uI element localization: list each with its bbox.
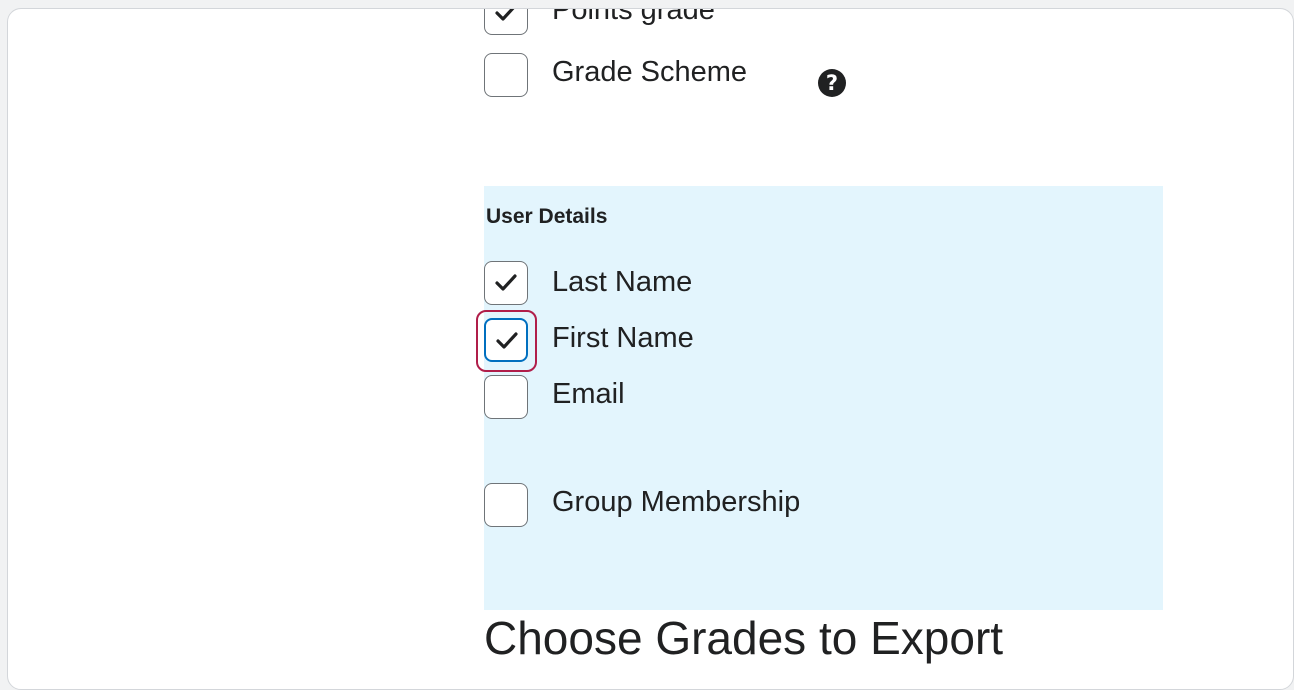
points-grade-label: Points grade <box>552 8 715 26</box>
help-icon[interactable]: ? <box>818 69 846 97</box>
page-frame: Points grade Grade Scheme ? User Details… <box>7 8 1294 690</box>
last-name-label: Last Name <box>552 266 693 298</box>
group-membership-checkbox[interactable] <box>484 483 528 527</box>
email-checkbox[interactable] <box>484 375 528 419</box>
checkmark-icon <box>496 332 518 349</box>
first-name-label: First Name <box>552 322 694 354</box>
last-name-checkbox[interactable] <box>484 261 528 305</box>
choose-grades-heading: Choose Grades to Export <box>484 612 1004 664</box>
email-label: Email <box>552 378 625 410</box>
checkmark-icon <box>495 274 517 291</box>
first-name-checkbox[interactable] <box>484 318 528 362</box>
grade-scheme-label: Grade Scheme <box>552 56 748 88</box>
user-details-title: User Details <box>486 205 608 228</box>
points-grade-checkbox[interactable] <box>484 9 528 35</box>
group-membership-label: Group Membership <box>552 486 801 518</box>
checkmark-icon <box>495 9 515 21</box>
grade-scheme-checkbox[interactable] <box>484 53 528 97</box>
